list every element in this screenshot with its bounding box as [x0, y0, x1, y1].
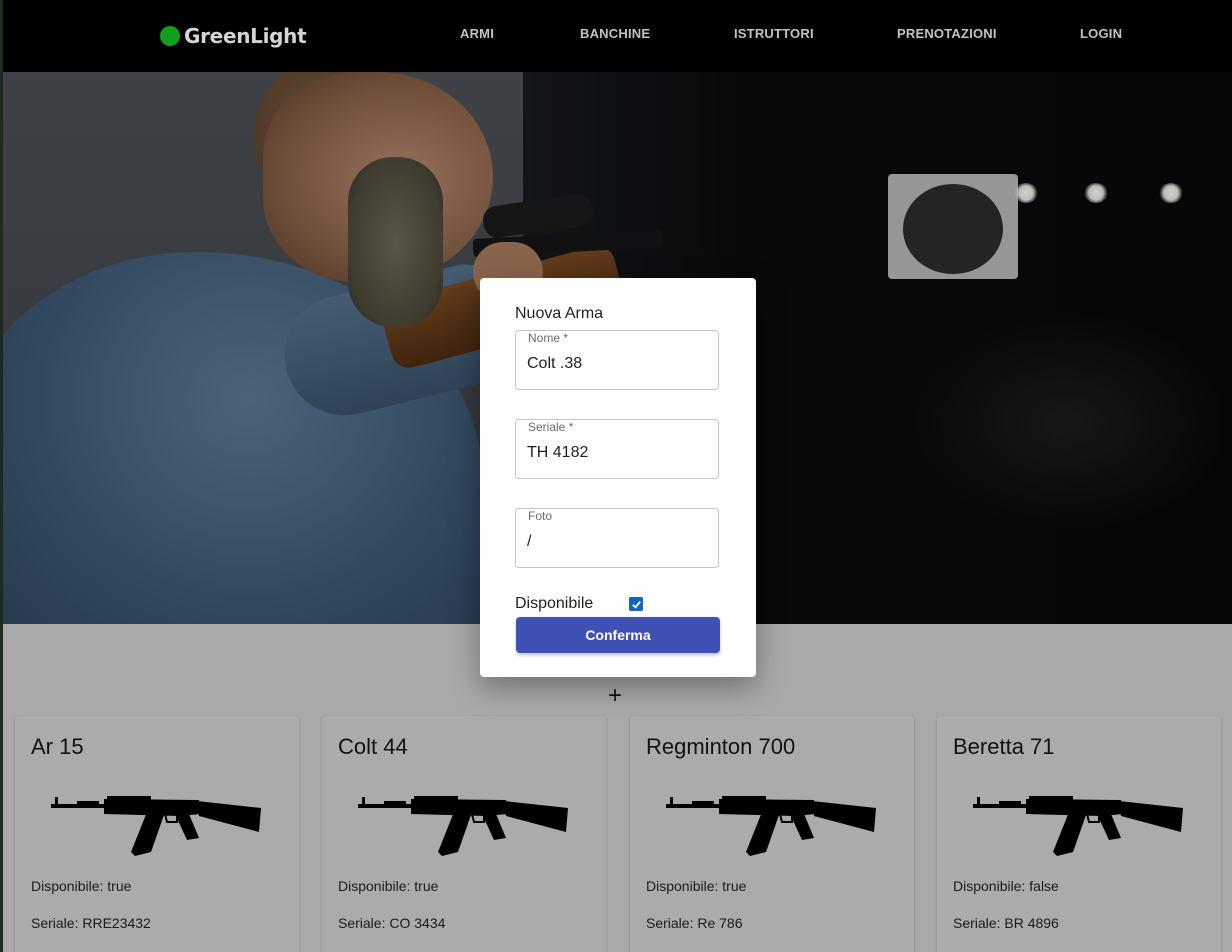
name-field-label: Nome *	[527, 331, 570, 345]
new-weapon-dialog: Nuova Arma Nome * Seriale * Foto Disponi…	[480, 278, 756, 677]
weapon-availability: Disponibile: true	[338, 878, 439, 894]
serial-input[interactable]	[527, 444, 707, 462]
weapon-name: Beretta 71	[953, 734, 1055, 759]
photo-field[interactable]: Foto	[515, 508, 719, 568]
rifle-silhouette-icon	[357, 795, 569, 857]
name-input[interactable]	[527, 355, 707, 373]
weapon-serial: Seriale: Re 786	[646, 915, 743, 931]
nav-link-armi[interactable]: ARMI	[460, 26, 494, 41]
name-field[interactable]: Nome *	[515, 330, 719, 390]
top-navbar: GreenLight ARMI BANCHINE ISTRUTTORI PREN…	[3, 0, 1232, 72]
weapon-serial: Seriale: CO 3434	[338, 915, 446, 931]
available-checkbox[interactable]	[629, 597, 643, 611]
rifle-silhouette-icon	[972, 795, 1184, 857]
weapon-card[interactable]: Regminton 700 Disponibile: true Seriale:…	[630, 716, 914, 952]
weapon-availability: Disponibile: false	[953, 878, 1059, 894]
dialog-title: Nuova Arma	[515, 305, 604, 322]
brand-logo[interactable]: GreenLight	[160, 24, 307, 48]
rifle-silhouette-icon	[50, 795, 262, 857]
nav-link-login[interactable]: LOGIN	[1080, 26, 1122, 41]
serial-field[interactable]: Seriale *	[515, 419, 719, 479]
weapon-name: Regminton 700	[646, 734, 796, 759]
weapon-serial: Seriale: RRE23432	[31, 915, 151, 931]
plus-icon[interactable]: +	[608, 684, 622, 708]
photo-input[interactable]	[527, 533, 707, 551]
rifle-silhouette-icon	[665, 795, 877, 857]
weapon-card[interactable]: Beretta 71 Disponibile: false Seriale: B…	[937, 716, 1221, 952]
photo-field-label: Foto	[527, 509, 554, 523]
green-circle-icon	[160, 26, 180, 46]
weapon-card[interactable]: Ar 15 Disponibile: true Seriale: RRE2343…	[15, 716, 299, 952]
weapon-serial: Seriale: BR 4896	[953, 915, 1059, 931]
nav-link-istruttori[interactable]: ISTRUTTORI	[734, 26, 814, 41]
nav-link-banchine[interactable]: BANCHINE	[580, 26, 650, 41]
weapon-availability: Disponibile: true	[646, 878, 747, 894]
brand-name: GreenLight	[184, 24, 307, 48]
weapon-card[interactable]: Colt 44 Disponibile: true Seriale: CO 34…	[322, 716, 606, 952]
serial-field-label: Seriale *	[527, 420, 575, 434]
confirm-button[interactable]: Conferma	[516, 617, 720, 653]
weapon-name: Colt 44	[338, 734, 408, 759]
weapon-availability: Disponibile: true	[31, 878, 132, 894]
weapon-name: Ar 15	[31, 734, 84, 759]
nav-link-prenotazioni[interactable]: PRENOTAZIONI	[897, 26, 997, 41]
checkmark-icon	[631, 600, 641, 609]
available-label: Disponibile	[515, 595, 594, 612]
